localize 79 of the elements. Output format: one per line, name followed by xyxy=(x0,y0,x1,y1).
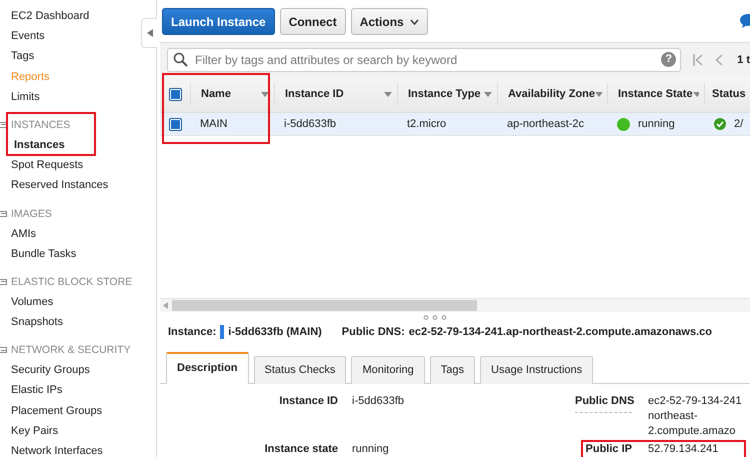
field-label: Instance ID xyxy=(278,394,338,409)
field-label: Public IP xyxy=(584,442,632,457)
sidebar-item[interactable]: EC2 Dashboard xyxy=(9,6,92,26)
selection-marker-icon xyxy=(220,325,224,339)
section-heading: NETWORK & SECURITY xyxy=(11,344,131,356)
column-header[interactable]: Instance Type xyxy=(397,83,497,105)
column-header[interactable]: Instance State xyxy=(607,83,704,105)
sort-caret-icon xyxy=(261,92,269,96)
table-row[interactable]: MAIN i-5dd633fb t2.micro ap-northeast-2c running 2/ xyxy=(160,113,750,136)
field-value: i-5dd633fb xyxy=(352,394,404,409)
public-dns-value: ec2-52-79-134-241.ap-northeast-2.compute.amazonaws.co xyxy=(408,326,712,338)
instance-label: Instance: xyxy=(168,326,216,338)
sort-caret-icon xyxy=(692,92,699,96)
sidebar-item[interactable]: AMIs xyxy=(9,224,38,244)
sidebar-item[interactable]: Snapshots xyxy=(9,312,65,332)
sidebar-item[interactable]: Security Groups xyxy=(9,360,92,380)
sidebar-item[interactable]: Limits xyxy=(9,86,42,107)
left-arrow-icon xyxy=(146,29,152,37)
table-cell: ap-northeast-2c xyxy=(507,118,584,130)
horizontal-scrollbar[interactable] xyxy=(160,298,750,312)
column-header[interactable]: Name xyxy=(190,83,274,105)
section-heading: IMAGES xyxy=(11,208,52,220)
toolbar-button[interactable]: Launch Instance xyxy=(162,8,275,35)
tab[interactable]: Usage Instructions xyxy=(480,356,594,384)
search-field[interactable]: Filter by tags and attributes or search by keyword ? xyxy=(167,48,682,72)
row-checkbox[interactable] xyxy=(168,118,182,130)
select-all-checkbox[interactable] xyxy=(168,88,182,100)
sidebar-item[interactable]: Key Pairs xyxy=(9,420,60,441)
collapse-icon[interactable] xyxy=(0,347,7,354)
collapse-tab[interactable] xyxy=(141,18,157,48)
tab[interactable]: Tags xyxy=(430,356,476,384)
previous-page-icon[interactable] xyxy=(715,54,724,66)
sort-caret-icon xyxy=(384,92,392,96)
table-cell: 2/ xyxy=(734,118,744,130)
sort-caret-icon xyxy=(484,92,492,96)
sidebar-item[interactable]: Bundle Tasks xyxy=(9,244,78,264)
instance-name: i-5dd633fb (MAIN) xyxy=(228,326,322,338)
sidebar-item[interactable]: Reserved Instances xyxy=(9,175,110,196)
sidebar-item[interactable]: Elastic IPs xyxy=(9,380,64,401)
check-icon xyxy=(714,118,726,130)
scroll-left-icon xyxy=(163,302,168,309)
tab[interactable]: Status Checks xyxy=(254,356,346,384)
section-heading: INSTANCES xyxy=(11,118,70,131)
sidebar-item[interactable]: Network Interfaces xyxy=(9,441,105,457)
field-label: Public DNS xyxy=(575,394,632,413)
table-cell: MAIN xyxy=(200,118,228,130)
public-dns-label: Public DNS: xyxy=(342,326,405,338)
help-button[interactable]: ? xyxy=(661,52,676,67)
search-icon xyxy=(173,52,188,67)
table-cell: i-5dd633fb xyxy=(284,118,336,130)
field-label: Instance state xyxy=(264,442,338,457)
tab[interactable]: Description xyxy=(166,352,249,384)
field-value: northeast- xyxy=(648,409,699,424)
sidebar-item[interactable]: Instances xyxy=(12,134,67,156)
tab[interactable]: Monitoring xyxy=(351,356,425,384)
toolbar-button[interactable]: Actions xyxy=(350,8,428,35)
collapse-icon[interactable] xyxy=(0,210,7,216)
column-header[interactable]: Availability Zone xyxy=(497,83,607,105)
column-header[interactable]: Status xyxy=(704,83,744,105)
toolbar-button[interactable]: Connect xyxy=(280,8,346,35)
resize-handle-icon[interactable] xyxy=(423,315,447,320)
sidebar-item[interactable]: Volumes xyxy=(9,292,56,312)
caret-icon xyxy=(410,18,419,24)
field-value: ec2-52-79-134-241 xyxy=(648,394,742,409)
sidebar-item[interactable]: Tags xyxy=(9,46,36,67)
sidebar-item[interactable]: Spot Requests xyxy=(9,155,86,176)
section-heading: ELASTIC BLOCK STORE xyxy=(11,276,132,288)
table-cell: t2.micro xyxy=(407,118,446,130)
field-value: 52.79.134.241 xyxy=(648,442,718,457)
collapse-icon[interactable] xyxy=(0,278,7,285)
field-value: running xyxy=(352,442,389,457)
sort-caret-icon xyxy=(595,92,602,96)
sidebar-item[interactable]: Events xyxy=(9,26,47,46)
first-page-icon[interactable] xyxy=(693,54,704,66)
sidebar-item[interactable]: Placement Groups xyxy=(9,400,104,421)
table-cell: running xyxy=(638,118,675,130)
field-value: 2.compute.amazo xyxy=(648,424,736,439)
column-header[interactable]: Instance ID xyxy=(274,83,397,105)
page-range: 1 t xyxy=(737,54,750,66)
